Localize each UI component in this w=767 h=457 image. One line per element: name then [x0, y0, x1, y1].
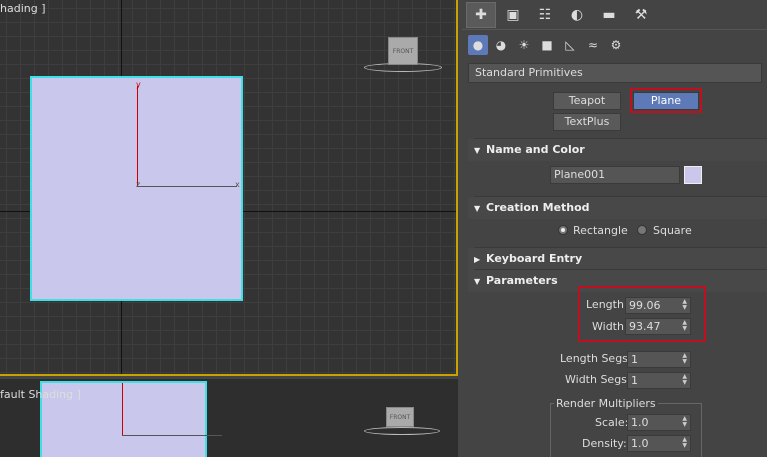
gizmo-x-label: x	[235, 180, 240, 189]
gizmo-z-label: z	[136, 180, 141, 189]
density-spinner[interactable]: 1.0 ▲ ▼	[627, 435, 691, 452]
creation-method-rollout: ▼ Creation Method	[468, 196, 767, 219]
motion-icon[interactable]: ◐	[562, 2, 592, 28]
gizmo-y-axis	[137, 86, 138, 186]
plane-object[interactable]: y x z	[30, 76, 243, 301]
scale-value[interactable]: 1.0	[631, 416, 649, 429]
teapot-button[interactable]: Teapot	[553, 92, 621, 110]
perspective-viewport[interactable]: hading ] y x z FRONT	[0, 0, 458, 376]
highlight-box	[630, 88, 702, 113]
gizmo-y-label: y	[136, 80, 141, 89]
command-panel-tabs: ✚ ▣ ☷ ◐ ▬ ⚒	[462, 0, 767, 30]
gizmo-x-axis	[137, 186, 237, 187]
rectangle-radio[interactable]	[558, 225, 568, 235]
length-segs-spinner[interactable]: 1 ▲ ▼	[627, 351, 691, 368]
systems-icon[interactable]: ⚙	[606, 35, 626, 55]
viewport-label[interactable]: fault Shading ]	[0, 388, 81, 401]
length-label: Length:	[586, 298, 628, 311]
utilities-icon[interactable]: ⚒	[626, 2, 656, 28]
length-segs-label: Length Segs:	[560, 352, 632, 365]
density-value[interactable]: 1.0	[631, 437, 649, 450]
scale-label: Scale:	[595, 416, 629, 429]
viewcube[interactable]: FRONT	[388, 37, 418, 65]
square-radio[interactable]	[637, 225, 647, 235]
cameras-icon[interactable]: ■	[537, 35, 557, 55]
viewcube-ring[interactable]	[364, 427, 440, 435]
object-color-swatch[interactable]	[684, 166, 702, 184]
textplus-button[interactable]: TextPlus	[553, 113, 621, 131]
spacewarps-icon[interactable]: ≈	[583, 35, 603, 55]
square-label: Square	[653, 224, 692, 237]
object-name-field[interactable]: Plane001	[550, 166, 680, 184]
keyboard-entry-rollout: ▶ Keyboard Entry	[468, 247, 767, 270]
length-value[interactable]: 99.06	[629, 299, 661, 312]
creation-method-header[interactable]: ▼ Creation Method	[468, 197, 767, 219]
spinner-arrows-icon[interactable]: ▲ ▼	[682, 353, 687, 365]
gizmo-y-axis	[122, 383, 123, 435]
spinner-arrows-icon[interactable]: ▲ ▼	[682, 299, 687, 311]
width-segs-value[interactable]: 1	[631, 374, 638, 387]
spinner-arrows-icon[interactable]: ▲ ▼	[682, 320, 687, 332]
length-spinner[interactable]: 99.06 ▲ ▼	[625, 297, 691, 314]
helpers-icon[interactable]: ◺	[560, 35, 580, 55]
density-label: Density:	[582, 437, 627, 450]
command-panel: ✚ ▣ ☷ ◐ ▬ ⚒ ● ◕ ☀ ■ ◺ ≈ ⚙ Standard Primi…	[462, 0, 767, 457]
name-color-header[interactable]: ▼ Name and Color	[468, 139, 767, 161]
name-color-rollout: ▼ Name and Color	[468, 138, 767, 161]
gizmo-x-axis	[122, 435, 222, 436]
hierarchy-icon[interactable]: ☷	[530, 2, 560, 28]
modify-icon[interactable]: ▣	[498, 2, 528, 28]
lights-icon[interactable]: ☀	[514, 35, 534, 55]
spinner-arrows-icon[interactable]: ▲ ▼	[682, 416, 687, 428]
width-label: Width:	[592, 320, 628, 333]
width-spinner[interactable]: 93.47 ▲ ▼	[625, 318, 691, 335]
geometry-icon[interactable]: ●	[468, 35, 488, 55]
keyboard-entry-header[interactable]: ▶ Keyboard Entry	[468, 248, 767, 270]
category-dropdown[interactable]: Standard Primitives	[468, 63, 762, 83]
scale-spinner[interactable]: 1.0 ▲ ▼	[627, 414, 691, 431]
width-value[interactable]: 93.47	[629, 320, 661, 333]
shapes-icon[interactable]: ◕	[491, 35, 511, 55]
rectangle-label: Rectangle	[573, 224, 628, 237]
viewcube[interactable]: FRONT	[386, 407, 414, 427]
length-segs-value[interactable]: 1	[631, 353, 638, 366]
width-segs-label: Width Segs:	[565, 373, 631, 386]
spinner-arrows-icon[interactable]: ▲ ▼	[682, 374, 687, 386]
render-multipliers-label: Render Multipliers	[554, 397, 658, 410]
viewport-label[interactable]: hading ]	[0, 2, 46, 15]
create-icon[interactable]: ✚	[466, 1, 496, 28]
bottom-viewport[interactable]: fault Shading ] FRONT	[0, 379, 458, 457]
spinner-arrows-icon[interactable]: ▲ ▼	[682, 437, 687, 449]
create-category-bar: ● ◕ ☀ ■ ◺ ≈ ⚙	[462, 30, 767, 60]
display-icon[interactable]: ▬	[594, 2, 624, 28]
width-segs-spinner[interactable]: 1 ▲ ▼	[627, 372, 691, 389]
